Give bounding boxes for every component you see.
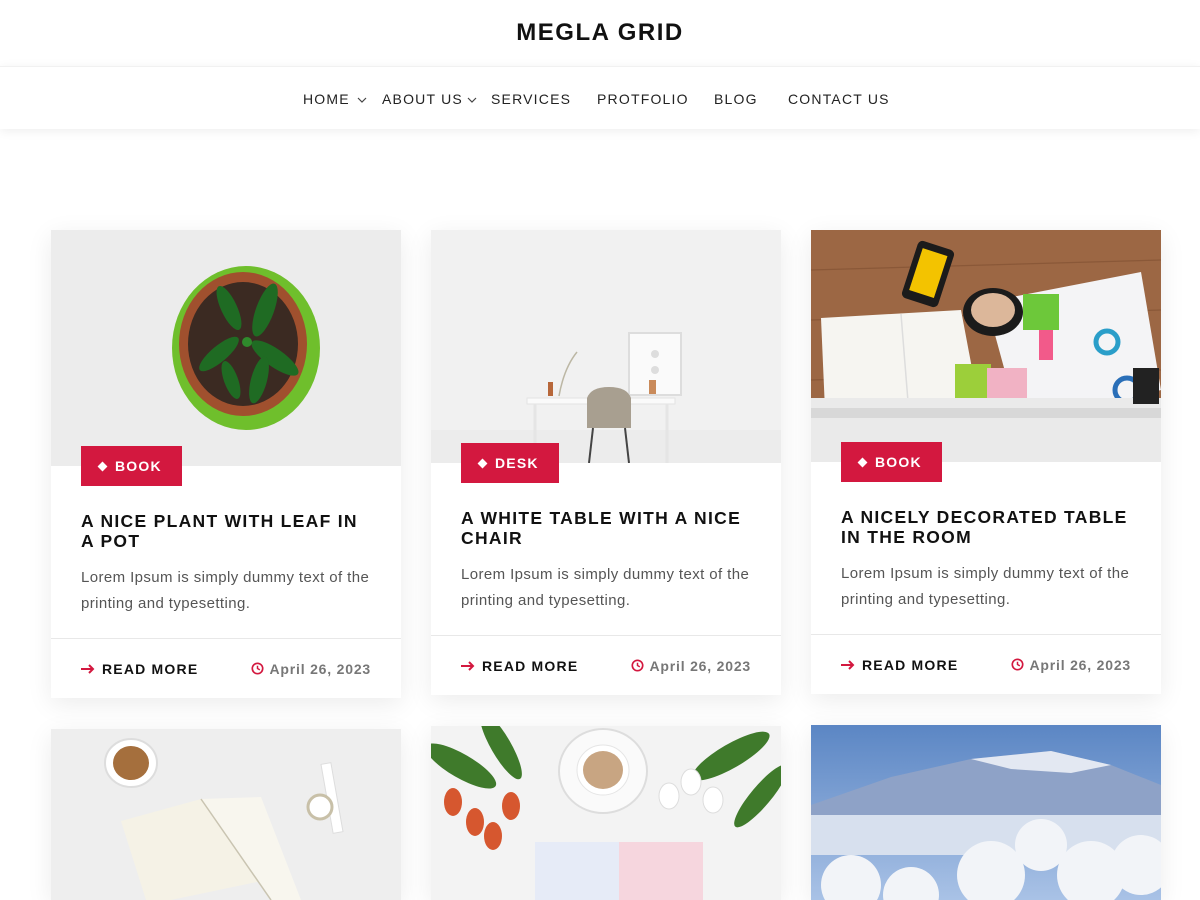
post-image-tulips-coffee[interactable]	[431, 726, 781, 900]
read-more-link[interactable]: READ MORE	[461, 658, 578, 674]
post-card	[51, 729, 401, 900]
category-tag-label: BOOK	[115, 458, 162, 474]
post-footer: READ MORE April 26, 2023	[431, 635, 781, 695]
diamond-icon	[857, 457, 868, 467]
arrow-right-icon	[81, 663, 95, 674]
post-title[interactable]: A NICE PLANT WITH LEAF IN A POT	[81, 511, 373, 551]
chevron-down-icon[interactable]	[467, 91, 479, 105]
clock-icon	[630, 659, 644, 672]
nav-item-portfolio[interactable]: PROTFOLIO	[597, 67, 689, 130]
post-excerpt: Lorem Ipsum is simply dummy text of the …	[841, 565, 1130, 608]
post-image-plant[interactable]	[51, 230, 401, 466]
post-card: BOOK A NICE PLANT WITH LEAF IN A POT Lor…	[51, 230, 401, 698]
clock-icon	[250, 662, 264, 675]
read-more-label: READ MORE	[102, 660, 199, 677]
post-card	[811, 725, 1161, 900]
diamond-icon	[477, 458, 488, 468]
post-excerpt: Lorem Ipsum is simply dummy text of the …	[81, 569, 370, 612]
post-image-desk[interactable]	[431, 230, 781, 463]
main-navigation: HOME ABOUT US SERVICES PROTFOLIO BLOG CO…	[0, 66, 1200, 129]
diamond-icon	[97, 461, 108, 471]
site-title[interactable]: MEGLA GRID	[516, 15, 683, 47]
site-header: MEGLA GRID	[0, 0, 1200, 62]
arrow-right-icon	[841, 659, 855, 670]
read-more-label: READ MORE	[482, 657, 579, 674]
post-image-snowy-mountain[interactable]	[811, 725, 1161, 900]
post-excerpt: Lorem Ipsum is simply dummy text of the …	[461, 566, 750, 609]
post-image-decorated-table[interactable]	[811, 230, 1161, 462]
chevron-down-icon[interactable]	[357, 91, 369, 105]
post-date[interactable]: April 26, 2023	[1010, 656, 1131, 673]
category-tag[interactable]: BOOK	[841, 442, 942, 482]
nav-item-about[interactable]: ABOUT US	[382, 67, 463, 130]
category-tag[interactable]: DESK	[461, 443, 559, 483]
arrow-right-icon	[461, 660, 475, 671]
read-more-link[interactable]: READ MORE	[841, 657, 958, 673]
nav-item-blog[interactable]: BLOG	[714, 67, 758, 130]
post-image-notebook-coffee[interactable]	[51, 729, 401, 900]
category-tag-label: DESK	[495, 455, 539, 471]
category-tag-label: BOOK	[875, 454, 922, 470]
clock-icon	[1010, 658, 1024, 671]
category-tag[interactable]: BOOK	[81, 446, 182, 486]
post-date-label: April 26, 2023	[269, 660, 371, 677]
post-date-label: April 26, 2023	[649, 657, 751, 674]
post-date[interactable]: April 26, 2023	[630, 657, 751, 674]
post-card: BOOK A NICELY DECORATED TABLE IN THE ROO…	[811, 230, 1161, 694]
post-date-label: April 26, 2023	[1029, 656, 1131, 673]
nav-item-contact[interactable]: CONTACT US	[788, 67, 890, 130]
post-card	[431, 726, 781, 900]
post-title[interactable]: A WHITE TABLE WITH A NICE CHAIR	[461, 508, 753, 548]
post-date[interactable]: April 26, 2023	[250, 660, 371, 677]
post-title[interactable]: A NICELY DECORATED TABLE IN THE ROOM	[841, 507, 1133, 547]
nav-item-services[interactable]: SERVICES	[491, 67, 571, 130]
post-footer: READ MORE April 26, 2023	[51, 638, 401, 698]
nav-item-home[interactable]: HOME	[303, 67, 350, 130]
read-more-label: READ MORE	[862, 656, 959, 673]
post-footer: READ MORE April 26, 2023	[811, 634, 1161, 694]
post-card: DESK A WHITE TABLE WITH A NICE CHAIR Lor…	[431, 230, 781, 695]
read-more-link[interactable]: READ MORE	[81, 661, 198, 677]
